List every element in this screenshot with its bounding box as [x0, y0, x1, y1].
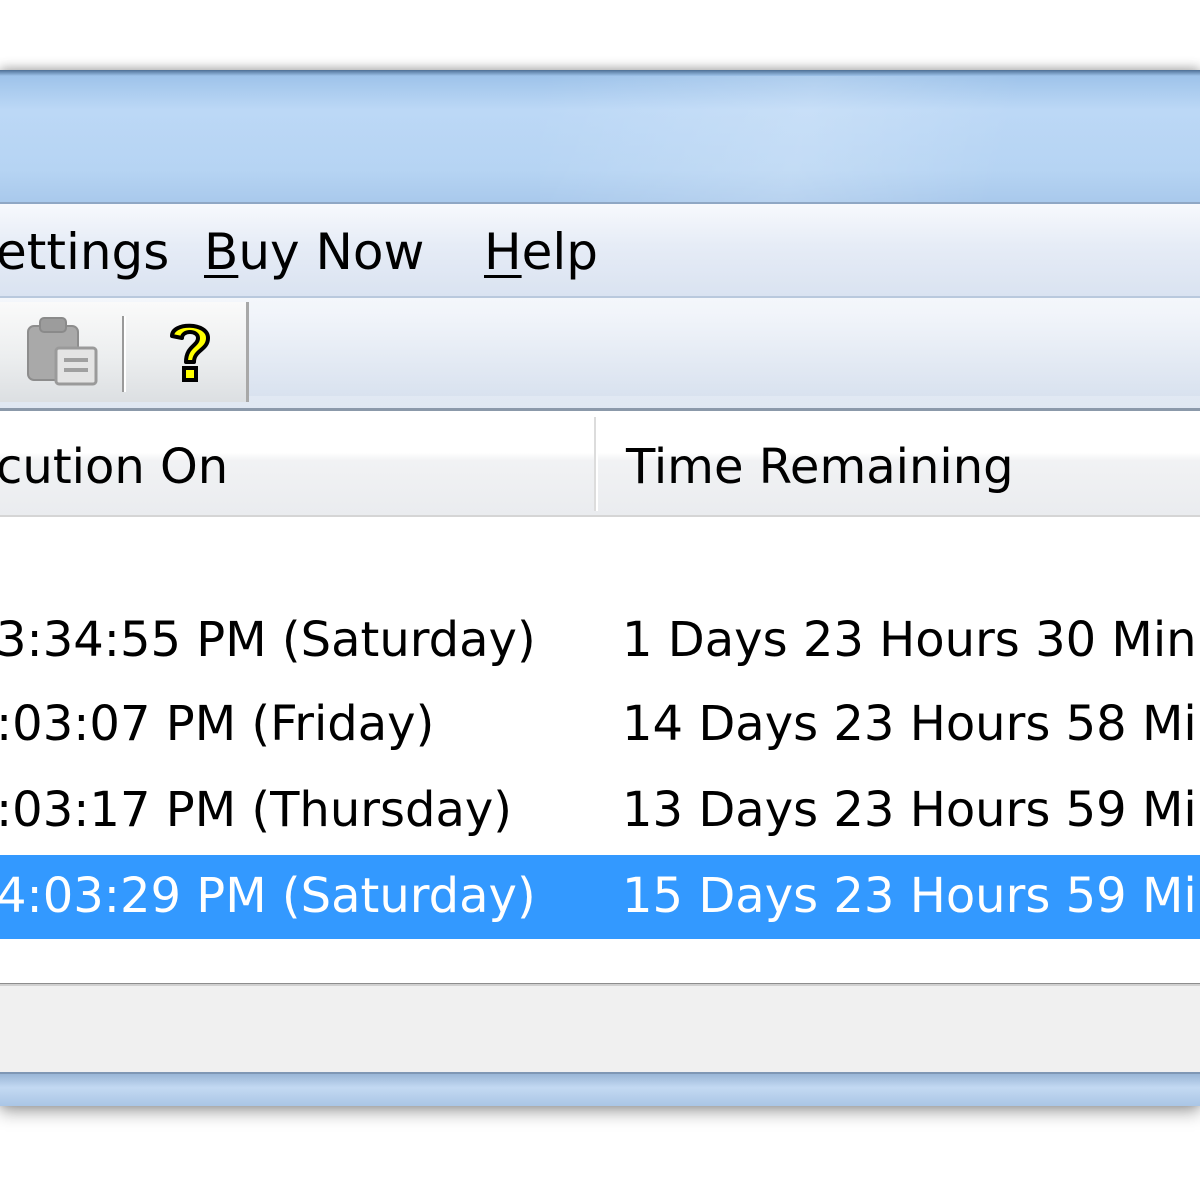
cell-time-remaining: 14 Days 23 Hours 58 Min: [622, 696, 1200, 752]
cell-execution-on: 3:34:55 PM (Saturday): [0, 612, 536, 668]
cell-time-remaining: 1 Days 23 Hours 30 Minu: [622, 612, 1200, 668]
cell-execution-on: 4:03:29 PM (Saturday): [0, 868, 536, 924]
menu-help-label: elp: [521, 223, 599, 281]
toolbar: [0, 296, 1200, 408]
table-row[interactable]: 3:34:55 PM (Saturday) 1 Days 23 Hours 30…: [0, 599, 1200, 683]
toolbar-button-strip: [0, 302, 249, 402]
paste-button[interactable]: [22, 312, 102, 392]
cell-time-remaining: 15 Days 23 Hours 59 Min: [622, 868, 1200, 924]
toolbar-empty-area: [249, 312, 1200, 396]
title-bar-sheen: [540, 76, 1200, 202]
cell-execution-on: :03:17 PM (Thursday): [0, 782, 513, 838]
tasks-list[interactable]: cution On Time Remaining 3:34:55 PM (Sat…: [0, 408, 1200, 986]
title-bar[interactable]: [0, 70, 1200, 202]
cell-time-remaining: 13 Days 23 Hours 59 Min: [622, 782, 1200, 838]
status-bar: [0, 984, 1200, 1072]
menu-settings-label: ettings: [0, 223, 170, 281]
menu-buy-now-mnemonic: B: [204, 223, 239, 281]
menu-help[interactable]: Help: [484, 222, 598, 282]
help-button[interactable]: [150, 312, 230, 392]
list-header: cution On Time Remaining: [0, 411, 1200, 517]
menu-buy-now[interactable]: Buy Now: [204, 222, 424, 282]
page: ettings Buy Now Help cution On Time Rema…: [0, 0, 1200, 1200]
menu-bar: ettings Buy Now Help: [0, 202, 1200, 296]
app-window: ettings Buy Now Help cution On Time Rema…: [0, 70, 1200, 1106]
column-header-execution-on[interactable]: cution On: [0, 439, 228, 495]
paste-icon: [27, 317, 98, 386]
column-divider[interactable]: [594, 417, 596, 511]
table-row[interactable]: :03:17 PM (Thursday) 13 Days 23 Hours 59…: [0, 769, 1200, 853]
help-icon: [170, 323, 210, 382]
table-row-selected[interactable]: 4:03:29 PM (Saturday) 15 Days 23 Hours 5…: [0, 855, 1200, 939]
menu-help-mnemonic: H: [484, 223, 522, 281]
column-header-time-remaining[interactable]: Time Remaining: [626, 439, 1014, 495]
table-row[interactable]: :03:07 PM (Friday) 14 Days 23 Hours 58 M…: [0, 683, 1200, 767]
window-bottom-frame: [0, 1072, 1200, 1106]
menu-settings[interactable]: ettings: [0, 222, 169, 282]
menu-buy-now-label: uy Now: [238, 223, 425, 281]
cell-execution-on: :03:07 PM (Friday): [0, 696, 435, 752]
toolbar-separator: [122, 316, 124, 392]
